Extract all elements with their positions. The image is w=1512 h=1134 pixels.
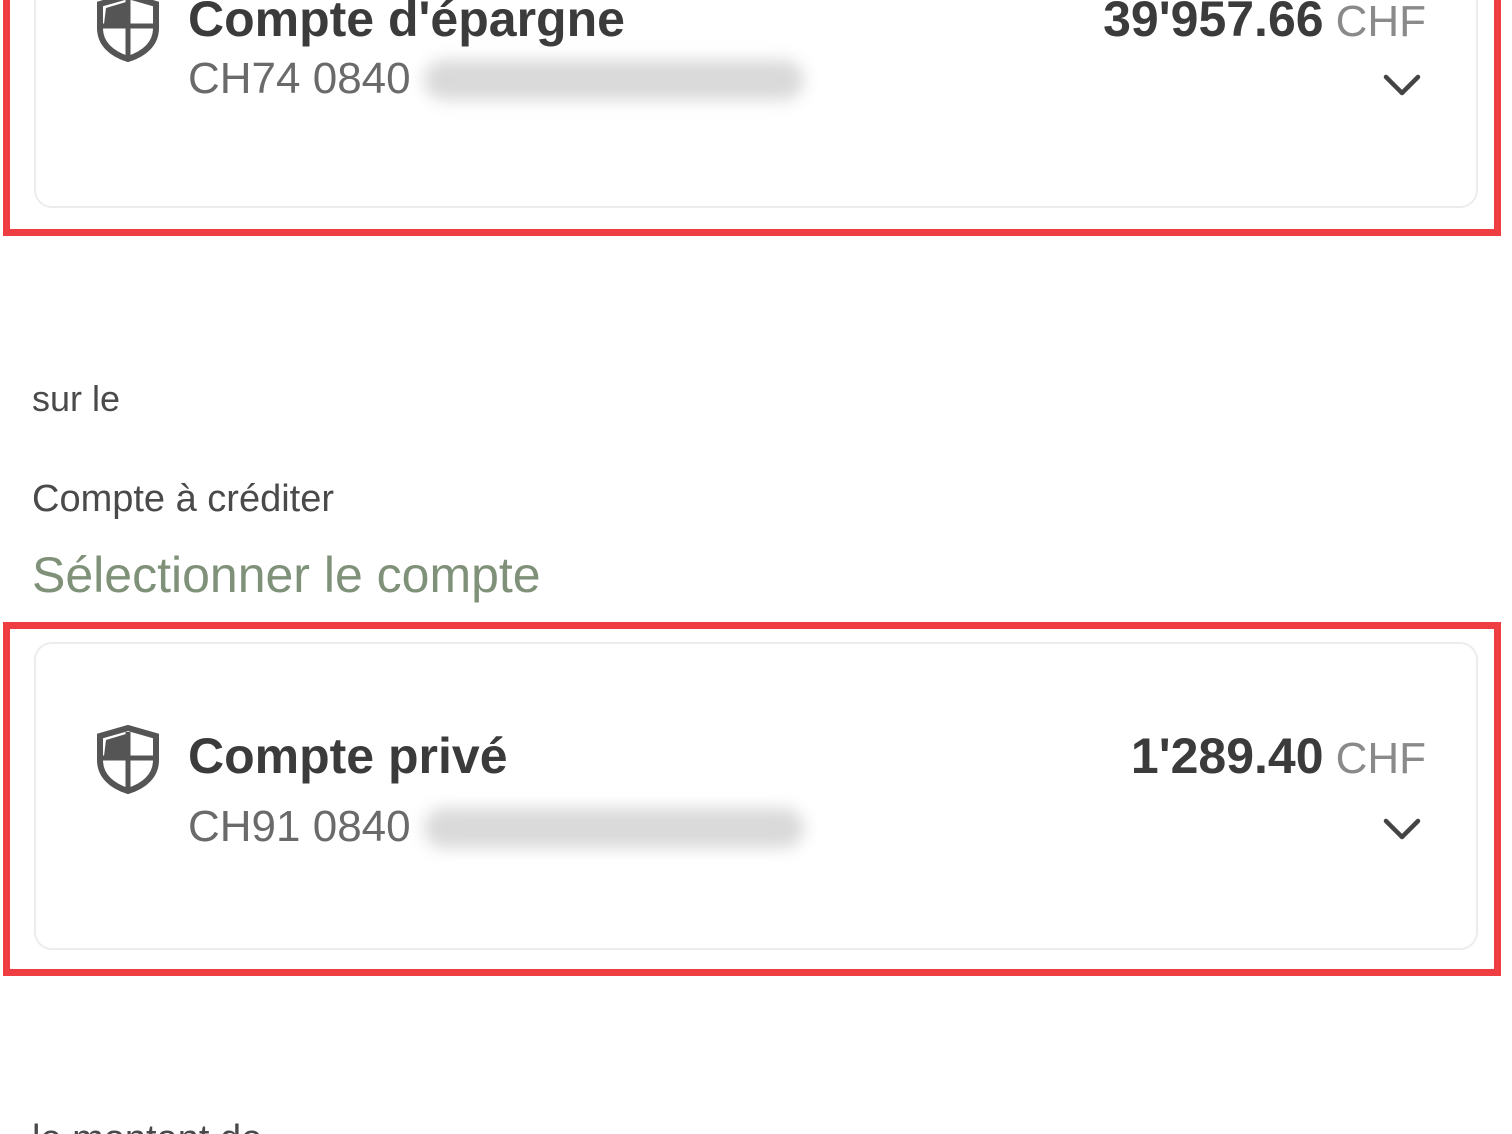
select-account-link[interactable]: Sélectionner le compte — [32, 546, 541, 604]
shield-icon — [97, 724, 159, 794]
credit-account-name: Compte privé — [188, 728, 508, 784]
transfer-form: Compte d'épargne CH74 0840 39'957.66 CHF … — [0, 0, 1512, 1134]
debit-account-iban-masked — [424, 60, 804, 100]
chevron-down-icon[interactable] — [1382, 816, 1422, 842]
on-the-label: sur le — [32, 378, 121, 419]
credit-account-balance: 1'289.40 CHF — [1131, 727, 1426, 785]
debit-account-iban: CH74 0840 — [188, 54, 411, 103]
debit-account-currency: CHF — [1335, 0, 1426, 46]
chevron-down-icon[interactable] — [1382, 72, 1422, 98]
credit-account-card[interactable]: Compte privé CH91 0840 1'289.40 CHF — [34, 642, 1478, 950]
debit-account-balance: 39'957.66 CHF — [1103, 0, 1426, 48]
debit-account-card[interactable]: Compte d'épargne CH74 0840 39'957.66 CHF — [34, 0, 1478, 208]
debit-account-amount: 39'957.66 — [1103, 0, 1324, 47]
amount-label: le montant de ... — [32, 1118, 305, 1134]
credit-account-label: Compte à créditer — [32, 478, 335, 520]
debit-account-name: Compte d'épargne — [188, 0, 625, 47]
credit-account-amount: 1'289.40 — [1130, 728, 1324, 784]
credit-account-currency: CHF — [1335, 734, 1426, 783]
credit-account-iban: CH91 0840 — [188, 802, 411, 851]
credit-account-iban-masked — [424, 808, 804, 848]
shield-icon — [97, 0, 159, 62]
